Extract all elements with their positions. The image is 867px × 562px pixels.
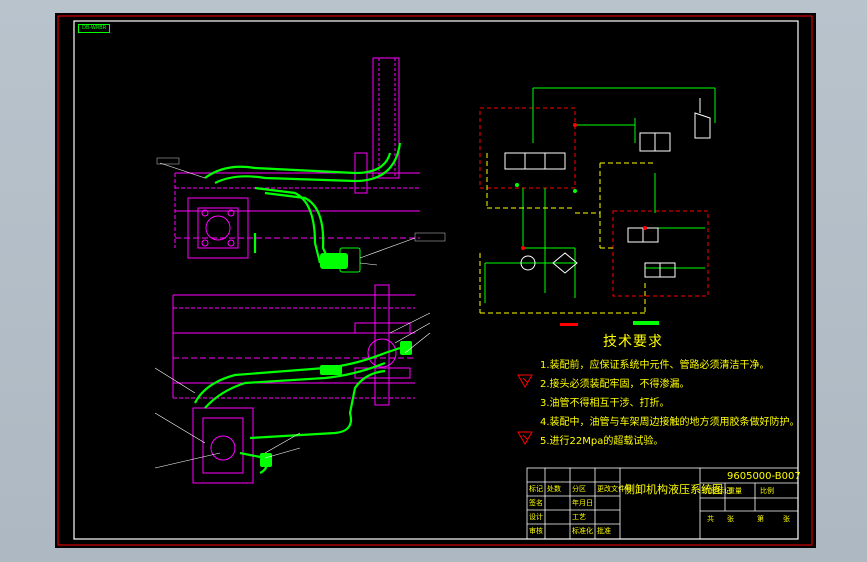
tech-requirements-title: 技术要求 [603, 334, 663, 350]
upper-frame-parts [174, 57, 420, 259]
tb-row-standard: 标准化 [572, 527, 593, 535]
tb-label-count: 处数 [547, 485, 561, 493]
schematic-pilot-lines [479, 153, 655, 314]
lower-frame-parts [172, 284, 415, 484]
requirement-5: 5.进行22Mpa的超载试验。 [540, 436, 664, 447]
tb-label-zone: 分区 [572, 485, 586, 493]
tb-label-sign: 签名 [529, 499, 543, 507]
upper-pump [320, 247, 361, 273]
tb-scale: 比例 [760, 487, 774, 495]
tb-row-review: 审核 [529, 527, 543, 535]
schematic-fill [515, 183, 659, 325]
requirement-3: 3.油管不得相互干涉、打折。 [540, 398, 670, 409]
tb-sheet-no: 第 [757, 515, 764, 523]
drawing-number: 9605000-B007 [727, 471, 801, 482]
tb-row-approve: 批准 [597, 527, 611, 535]
requirement-4: 4.装配中，油管与车架周边接触的地方须用胶条做好防护。 [540, 417, 800, 428]
cad-viewport[interactable]: DB-WRBR 技术要求 1.装配前，应保证系统中元件、管路必须清洁干净。 2.… [55, 13, 816, 548]
tb-sheet-total: 共 [707, 515, 714, 523]
tb-sheet-unit-2: 张 [783, 515, 790, 523]
surface-symbol-icon [517, 374, 533, 388]
tb-row-process: 工艺 [572, 513, 586, 521]
tb-row-design: 设计 [529, 513, 543, 521]
tb-weight: 重量 [728, 487, 742, 495]
tb-label-mark: 标记 [529, 485, 543, 493]
surface-symbol-icon [517, 431, 533, 445]
tb-sheet-unit: 张 [727, 515, 734, 523]
upper-hoses [204, 142, 402, 264]
tb-label-change: 更改文件号 [597, 485, 632, 493]
tb-label-date: 年月日 [572, 499, 593, 507]
requirement-2: 2.接头必须装配牢固，不得渗漏。 [540, 379, 690, 390]
lower-hoses [194, 346, 401, 474]
tb-stage: 阶段标记 [703, 487, 731, 495]
requirement-1: 1.装配前，应保证系统中元件、管路必须清洁干净。 [540, 360, 770, 371]
hydraulic-drawing [57, 15, 813, 546]
